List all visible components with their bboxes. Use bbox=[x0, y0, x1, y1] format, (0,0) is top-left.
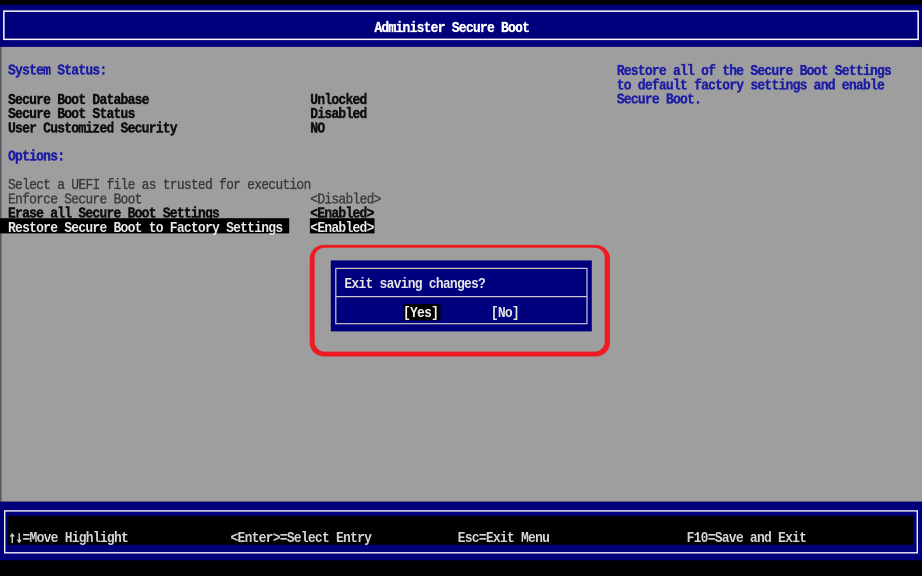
svg-text:System Status:: System Status: bbox=[8, 63, 106, 80]
svg-text:<Enter>=Select Entry: <Enter>=Select Entry bbox=[230, 530, 372, 547]
svg-text:<Enabled>: <Enabled> bbox=[310, 220, 374, 237]
svg-text:Exit saving changes?: Exit saving changes? bbox=[344, 276, 485, 293]
svg-text:Secure Boot.: Secure Boot. bbox=[617, 92, 701, 109]
svg-text:Restore Secure Boot to Factory: Restore Secure Boot to Factory Settings bbox=[8, 220, 283, 237]
svg-text:User Customized Security: User Customized Security bbox=[8, 121, 178, 138]
svg-text:Esc=Exit Menu: Esc=Exit Menu bbox=[458, 530, 550, 547]
svg-text:Administer Secure Boot: Administer Secure Boot bbox=[374, 20, 529, 37]
svg-text:Options:: Options: bbox=[8, 149, 64, 166]
svg-text:[Yes]: [Yes] bbox=[403, 306, 438, 323]
svg-text:=Move Highlight: =Move Highlight bbox=[23, 530, 129, 547]
svg-text:[No]: [No] bbox=[491, 306, 519, 323]
svg-text:↑↓: ↑↓ bbox=[8, 530, 22, 547]
svg-text:NO: NO bbox=[310, 121, 325, 138]
svg-text:F10=Save and Exit: F10=Save and Exit bbox=[687, 530, 807, 547]
